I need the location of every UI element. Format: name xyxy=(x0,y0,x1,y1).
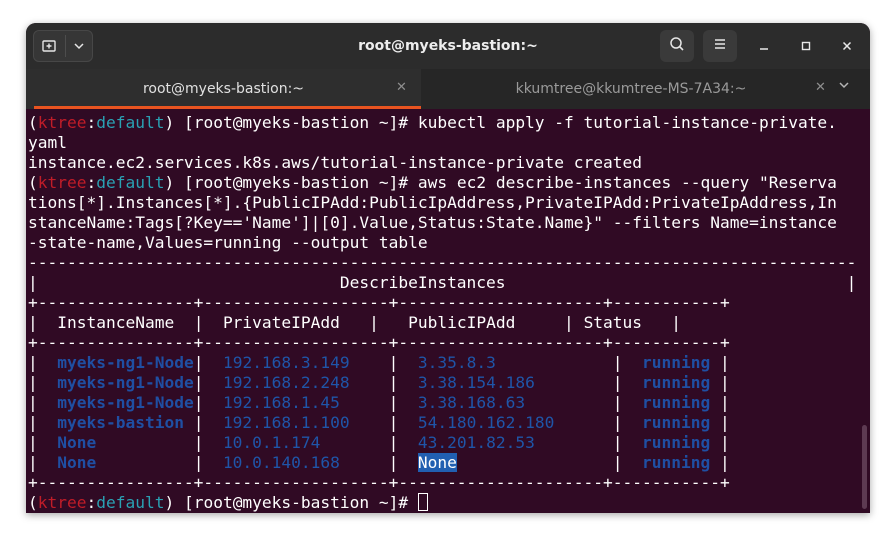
table-row: | None | 10.0.1.174 | 43.201.82.53 | run… xyxy=(28,433,730,452)
header-instance-name: InstanceName xyxy=(57,313,175,332)
search-button[interactable] xyxy=(660,30,694,62)
selected-text: None xyxy=(417,453,457,472)
command-continuation: tions[*].Instances[*].{PublicIPAdd:Publi… xyxy=(28,193,837,212)
table-row: | myeks-bastion | 192.168.1.100 | 54.180… xyxy=(28,413,730,432)
hamburger-menu-icon xyxy=(712,36,728,56)
table-row: | myeks-ng1-Node| 192.168.1.45 | 3.38.16… xyxy=(28,393,730,412)
scrollbar[interactable] xyxy=(862,425,867,509)
table-bottom-border: +----------------+-------------------+--… xyxy=(28,473,730,492)
tab-bar: root@myeks-bastion:~ ✕ kkumtree@kkumtree… xyxy=(26,69,870,109)
prompt-line[interactable]: (ktree:default) [root@myeks-bastion ~]# xyxy=(28,493,428,513)
command-text: aws ec2 describe-instances --query "Rese… xyxy=(417,173,837,192)
minimize-button[interactable] xyxy=(750,32,778,60)
window-title: root@myeks-bastion:~ xyxy=(358,38,538,54)
search-icon xyxy=(669,36,685,56)
command-continuation: stanceName:Tags[?Key=='Name']|[0].Value,… xyxy=(28,213,837,232)
tab-label: kkumtree@kkumtree-MS-7A34:~ xyxy=(515,81,747,97)
menu-button[interactable] xyxy=(703,30,737,62)
table-top-border: ----------------------------------------… xyxy=(28,253,857,272)
tab-label: root@myeks-bastion:~ xyxy=(142,81,305,97)
header-public-ip: PublicIPAdd xyxy=(408,313,516,332)
tab-close-icon[interactable]: ✕ xyxy=(396,80,407,95)
table-row: | myeks-ng1-Node| 192.168.3.149 | 3.35.8… xyxy=(28,353,730,372)
command-text: kubectl apply -f tutorial-instance-priva… xyxy=(417,113,837,132)
header-private-ip: PrivateIPAdd xyxy=(222,313,340,332)
tab-list-chevron-icon[interactable] xyxy=(838,79,850,94)
maximize-button[interactable] xyxy=(792,32,820,60)
close-window-button[interactable] xyxy=(833,32,861,60)
tab-root-bastion[interactable]: root@myeks-bastion:~ ✕ xyxy=(26,69,421,109)
command-continuation: yaml xyxy=(28,133,67,152)
text-cursor xyxy=(417,493,428,511)
table-border: +----------------+-------------------+--… xyxy=(28,333,730,352)
header-status: Status xyxy=(583,313,643,332)
prompt-line: (ktree:default) [root@myeks-bastion ~]# … xyxy=(28,113,837,132)
table-row: | None | 10.0.140.168 | None | running | xyxy=(28,453,730,472)
prompt-line: (ktree:default) [root@myeks-bastion ~]# … xyxy=(28,173,837,192)
command-continuation: -state-name,Values=running --output tabl… xyxy=(28,233,428,252)
tab-close-icon[interactable]: ✕ xyxy=(815,80,826,95)
command-output: instance.ec2.services.k8s.aws/tutorial-i… xyxy=(28,153,642,172)
table-title: | DescribeInstances | xyxy=(28,273,857,292)
terminal-window: root@myeks-bastion:~ root@myeks-bastion:… xyxy=(26,23,870,513)
minimize-icon xyxy=(760,48,768,50)
table-header-row: | InstanceName | PrivateIPAdd | PublicIP… xyxy=(28,313,682,332)
close-icon xyxy=(842,41,852,51)
table-border: +----------------+-------------------+--… xyxy=(28,293,730,312)
title-bar: root@myeks-bastion:~ xyxy=(26,23,870,69)
maximize-icon xyxy=(801,41,811,51)
table-row: | myeks-ng1-Node| 192.168.2.248 | 3.38.1… xyxy=(28,373,730,392)
tab-kkumtree[interactable]: kkumtree@kkumtree-MS-7A34:~ ✕ xyxy=(421,69,841,109)
terminal-output[interactable]: (ktree:default) [root@myeks-bastion ~]# … xyxy=(26,109,870,513)
